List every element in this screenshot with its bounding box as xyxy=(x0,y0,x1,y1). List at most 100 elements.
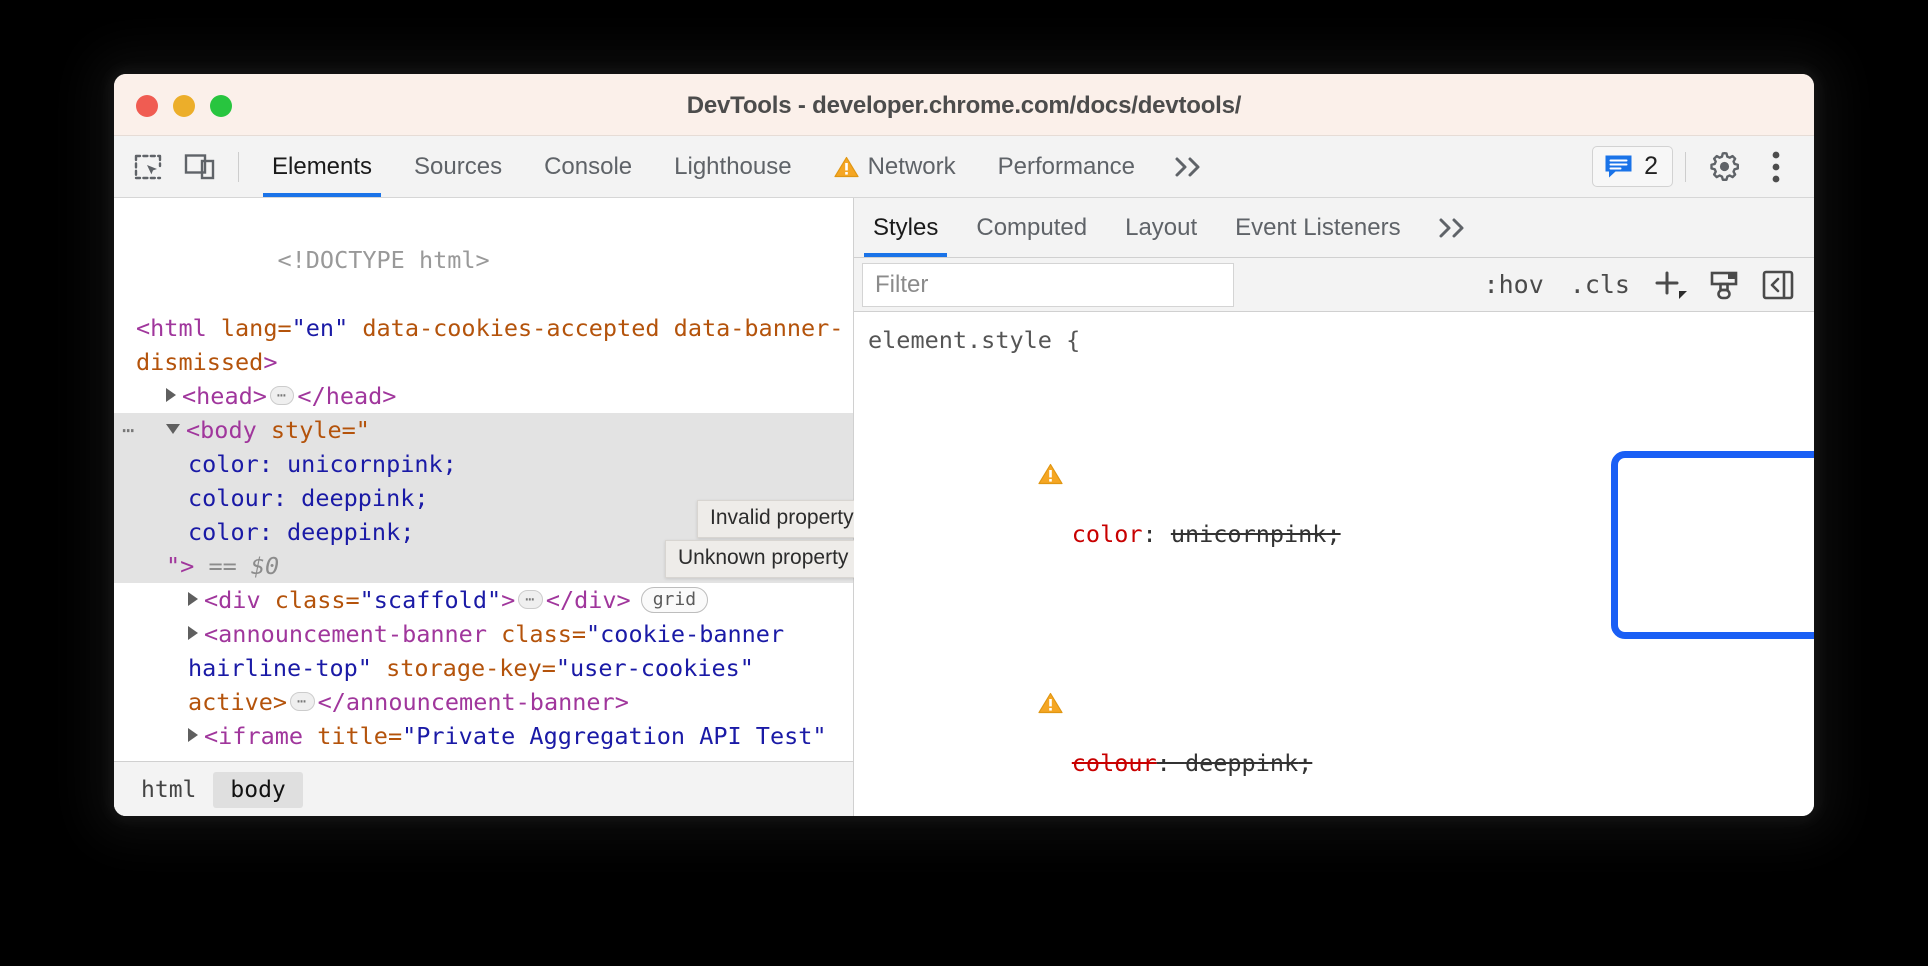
issues-count: 2 xyxy=(1644,152,1658,181)
tab-computed-label: Computed xyxy=(976,214,1087,242)
banner-class-attr: class= xyxy=(501,620,586,648)
head-open-tag: <head> xyxy=(182,382,267,410)
dom-tree[interactable]: <!DOCTYPE html> <html lang="en" data-coo… xyxy=(114,198,853,761)
filter-input[interactable]: Filter xyxy=(862,263,1234,307)
banner-active-attr: active> xyxy=(188,688,287,716)
html-lang-attr: lang= xyxy=(221,314,292,342)
div-class-attr: class= xyxy=(275,586,360,614)
declaration-value[interactable]: deeppink xyxy=(1185,749,1298,777)
toggle-sidebar-icon[interactable] xyxy=(1754,263,1802,307)
div-close-tag: </div> xyxy=(546,586,631,614)
cls-button[interactable]: .cls xyxy=(1560,270,1640,299)
expand-triangle-icon[interactable] xyxy=(188,626,198,640)
body-style-line-0: color: unicornpink; xyxy=(188,450,457,478)
body-row-dots-icon[interactable]: ⋯ xyxy=(122,413,136,447)
toolbar-divider xyxy=(238,152,239,182)
declaration-property[interactable]: colour xyxy=(1072,749,1157,777)
banner-storage-value: "user-cookies" xyxy=(556,654,754,682)
breadcrumb-item-html[interactable]: html xyxy=(124,772,213,808)
dom-row-body-style-0[interactable]: color: unicornpink; xyxy=(114,447,853,481)
more-tabs-chevron-icon[interactable] xyxy=(1156,154,1222,180)
paint-brush-icon[interactable] xyxy=(1700,263,1748,307)
declaration-property[interactable]: color xyxy=(1072,520,1143,548)
banner-close-tag: </announcement-banner> xyxy=(318,688,629,716)
devtools-window: DevTools - developer.chrome.com/docs/dev… xyxy=(114,74,1814,816)
tab-sources[interactable]: Sources xyxy=(393,136,523,197)
kebab-menu-icon[interactable] xyxy=(1750,144,1802,190)
devtools-panes: <!DOCTYPE html> <html lang="en" data-coo… xyxy=(114,198,1814,816)
tab-console[interactable]: Console xyxy=(523,136,653,197)
expand-triangle-icon[interactable] xyxy=(166,388,176,402)
body-style-attr: style=" xyxy=(271,416,370,444)
expand-triangle-icon[interactable] xyxy=(188,592,198,606)
styles-filter-bar: Filter :hov .cls xyxy=(854,258,1814,312)
styles-more-tabs-chevron-icon[interactable] xyxy=(1420,215,1486,241)
highlight-annotation xyxy=(1610,449,1814,645)
dom-row-doctype[interactable]: <!DOCTYPE html> xyxy=(114,209,853,311)
elements-panel: <!DOCTYPE html> <html lang="en" data-coo… xyxy=(114,198,854,816)
tab-console-label: Console xyxy=(544,153,632,181)
tab-layout-label: Layout xyxy=(1125,214,1197,242)
gear-icon[interactable] xyxy=(1698,144,1750,190)
body-close-quote: "> xyxy=(166,552,194,580)
collapse-triangle-icon[interactable] xyxy=(166,424,180,434)
warning-triangle-icon xyxy=(834,156,859,178)
dollar-zero-marker: == $0 xyxy=(208,552,279,580)
doctype-text: <!DOCTYPE html> xyxy=(277,246,489,274)
filter-actions: :hov .cls xyxy=(1474,263,1814,307)
inspect-element-icon[interactable] xyxy=(122,144,174,190)
div-open-tag: <div xyxy=(204,586,261,614)
dom-row-iframe[interactable]: <iframe title="Private Aggregation API T… xyxy=(114,719,853,753)
highlight-ring xyxy=(1611,451,1814,639)
toolbar-right-group: 2 xyxy=(1592,144,1814,190)
iframe-title-attr: title= xyxy=(317,722,402,750)
collapsed-children-icon[interactable]: ⋯ xyxy=(270,386,295,405)
toolbar-divider-2 xyxy=(1685,152,1686,182)
declaration-value[interactable]: unicornpink xyxy=(1171,520,1327,548)
device-toolbar-icon[interactable] xyxy=(174,144,226,190)
breadcrumb: html body xyxy=(114,761,853,816)
html-cookies-attr: data-cookies-accepted xyxy=(362,314,659,342)
window-title: DevTools - developer.chrome.com/docs/dev… xyxy=(114,92,1814,120)
tab-event-listeners-label: Event Listeners xyxy=(1235,214,1400,242)
tab-network[interactable]: Network xyxy=(813,136,977,197)
dom-row-announcement-banner[interactable]: <announcement-banner class="cookie-banne… xyxy=(114,617,853,719)
dom-row-div-scaffold[interactable]: <div class="scaffold">⋯</div>grid xyxy=(114,583,853,617)
tab-sources-label: Sources xyxy=(414,153,502,181)
tab-elements[interactable]: Elements xyxy=(251,136,393,197)
tab-styles[interactable]: Styles xyxy=(854,198,957,257)
expand-triangle-icon[interactable] xyxy=(188,728,198,742)
tab-network-label: Network xyxy=(868,153,956,181)
tab-layout[interactable]: Layout xyxy=(1106,198,1216,257)
tab-performance[interactable]: Performance xyxy=(977,136,1156,197)
banner-open-tag: <announcement-banner xyxy=(204,620,487,648)
warning-icon xyxy=(1038,393,1063,415)
collapsed-children-icon[interactable]: ⋯ xyxy=(518,590,543,609)
head-close-tag: </head> xyxy=(297,382,396,410)
dom-row-body[interactable]: ⋯ <body style=" xyxy=(114,413,853,447)
iframe-open-tag: <iframe xyxy=(204,722,303,750)
grid-badge[interactable]: grid xyxy=(641,587,708,613)
div-class-value: "scaffold" xyxy=(360,586,501,614)
breadcrumb-item-body[interactable]: body xyxy=(213,772,302,808)
tab-event-listeners[interactable]: Event Listeners xyxy=(1216,198,1419,257)
collapsed-children-icon[interactable]: ⋯ xyxy=(290,692,315,711)
tab-styles-label: Styles xyxy=(873,214,938,242)
issues-button[interactable]: 2 xyxy=(1592,146,1673,187)
element-style-selector[interactable]: element.style { xyxy=(868,323,1800,358)
tab-elements-label: Elements xyxy=(272,153,372,181)
dom-row-head[interactable]: <head>⋯</head> xyxy=(114,379,853,413)
body-open-tag: <body xyxy=(186,416,257,444)
styles-panel: Styles Computed Layout Event Listeners xyxy=(854,198,1814,816)
devtools-main-toolbar: Elements Sources Console Lighthouse Netw… xyxy=(114,136,1814,198)
html-lang-value: "en" xyxy=(292,314,349,342)
dom-row-html[interactable]: <html lang="en" data-cookies-accepted da… xyxy=(114,311,853,379)
new-style-rule-button[interactable] xyxy=(1646,263,1694,307)
tab-computed[interactable]: Computed xyxy=(957,198,1106,257)
body-style-line-2: color: deeppink; xyxy=(188,518,414,546)
body-style-line-1: colour: deeppink; xyxy=(188,484,429,512)
tab-lighthouse-label: Lighthouse xyxy=(674,153,791,181)
hov-button[interactable]: :hov xyxy=(1474,270,1554,299)
tab-lighthouse[interactable]: Lighthouse xyxy=(653,136,812,197)
banner-storage-attr: storage-key= xyxy=(386,654,556,682)
